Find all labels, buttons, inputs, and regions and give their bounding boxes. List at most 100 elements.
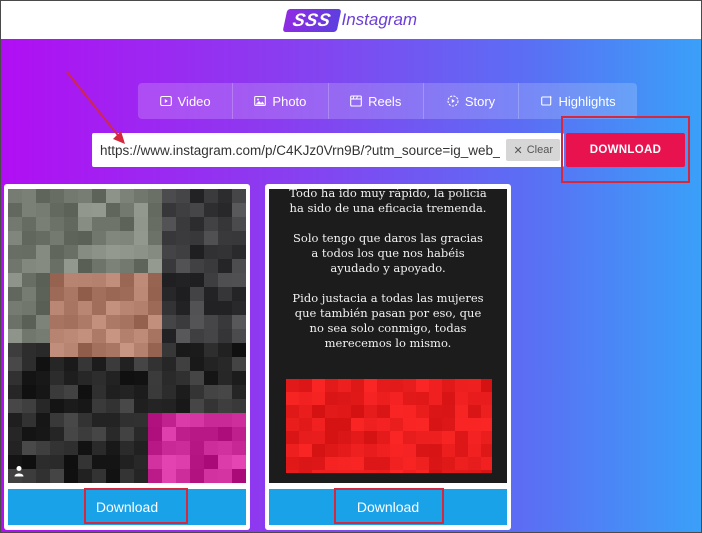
mosaic-cell [8, 203, 22, 217]
mosaic-cell [286, 470, 299, 483]
mosaic-cell [364, 392, 377, 405]
mosaic-cell [92, 413, 106, 427]
card-download-button[interactable]: Download [269, 489, 507, 525]
mosaic-cell [120, 455, 134, 469]
mosaic-cell [22, 301, 36, 315]
video-icon [159, 95, 172, 107]
mosaic-cell [50, 273, 64, 287]
mosaic-cell [416, 418, 429, 431]
mosaic-cell [429, 444, 442, 457]
mosaic-cell [8, 301, 22, 315]
mosaic-cell [364, 405, 377, 418]
mosaic-cell [106, 203, 120, 217]
mosaic-cell [92, 441, 106, 455]
mosaic-cell [218, 469, 232, 483]
mosaic-cell [134, 287, 148, 301]
mosaic-cell [442, 470, 455, 483]
mosaic-cell [78, 273, 92, 287]
mosaic-cell [218, 371, 232, 385]
mosaic-cell [416, 405, 429, 418]
tab-story[interactable]: Story [424, 83, 520, 119]
card-download-button[interactable]: Download [8, 489, 246, 525]
mosaic-cell [92, 301, 106, 315]
mosaic-cell [92, 455, 106, 469]
tab-label: Highlights [558, 93, 616, 109]
mosaic-cell [468, 392, 481, 405]
mosaic-cell [134, 329, 148, 343]
mosaic-cell [218, 217, 232, 231]
mosaic-cell [64, 427, 78, 441]
mosaic-cell [36, 189, 50, 203]
mosaic-cell [36, 343, 50, 357]
mosaic-cell [481, 392, 494, 405]
mosaic-cell [176, 455, 190, 469]
pixelated-redaction [286, 379, 494, 483]
tab-reels[interactable]: Reels [329, 83, 424, 119]
mosaic-cell [22, 273, 36, 287]
mosaic-cell [64, 259, 78, 273]
mosaic-cell [351, 457, 364, 470]
mosaic-cell [8, 329, 22, 343]
mosaic-cell [78, 399, 92, 413]
url-input[interactable] [92, 133, 507, 167]
mosaic-cell [64, 455, 78, 469]
mosaic-cell [134, 245, 148, 259]
mosaic-cell [120, 231, 134, 245]
mosaic-cell [64, 301, 78, 315]
mosaic-cell [176, 189, 190, 203]
mosaic-cell [338, 470, 351, 483]
mosaic-cell [64, 203, 78, 217]
mosaic-cell [162, 413, 176, 427]
mosaic-cell [134, 273, 148, 287]
mosaic-cell [204, 441, 218, 455]
mosaic-cell [338, 444, 351, 457]
mosaic-cell [325, 379, 338, 392]
mosaic-cell [442, 392, 455, 405]
mosaic-cell [148, 469, 162, 483]
tab-video[interactable]: Video [138, 83, 234, 119]
mosaic-cell [455, 405, 468, 418]
mosaic-cell [190, 455, 204, 469]
mosaic-cell [190, 245, 204, 259]
site-logo[interactable]: SSS Instagram [282, 8, 417, 32]
mosaic-cell [204, 469, 218, 483]
mosaic-cell [8, 273, 22, 287]
mosaic-cell [204, 287, 218, 301]
photo-preview [8, 189, 246, 483]
mosaic-cell [78, 441, 92, 455]
mosaic-cell [286, 392, 299, 405]
mosaic-cell [176, 273, 190, 287]
mosaic-cell [176, 469, 190, 483]
mosaic-cell [390, 405, 403, 418]
tab-photo[interactable]: Photo [233, 83, 329, 119]
mosaic-cell [377, 379, 390, 392]
mosaic-cell [338, 431, 351, 444]
mosaic-cell [442, 431, 455, 444]
mosaic-cell [148, 189, 162, 203]
mosaic-cell [176, 427, 190, 441]
mosaic-cell [148, 329, 162, 343]
mosaic-cell [106, 231, 120, 245]
mosaic-cell [190, 273, 204, 287]
mosaic-cell [8, 217, 22, 231]
tab-highlights[interactable]: Highlights [519, 83, 637, 119]
mosaic-cell [50, 371, 64, 385]
mosaic-cell [50, 413, 64, 427]
mosaic-cell [148, 343, 162, 357]
mosaic-cell [416, 470, 429, 483]
mosaic-cell [299, 444, 312, 457]
mosaic-cell [148, 413, 162, 427]
mosaic-cell [390, 457, 403, 470]
mosaic-cell [92, 189, 106, 203]
mosaic-cell [148, 245, 162, 259]
story-paragraph: Solo tengo que daros las gracias a todos… [293, 231, 483, 275]
mosaic-cell [218, 357, 232, 371]
mosaic-cell [22, 413, 36, 427]
mosaic-cell [351, 379, 364, 392]
mosaic-cell [338, 457, 351, 470]
mosaic-cell [442, 379, 455, 392]
download-button[interactable]: DOWNLOAD [566, 133, 685, 167]
mosaic-cell [64, 217, 78, 231]
clear-button[interactable]: ✕ Clear [506, 139, 560, 161]
mosaic-cell [299, 457, 312, 470]
